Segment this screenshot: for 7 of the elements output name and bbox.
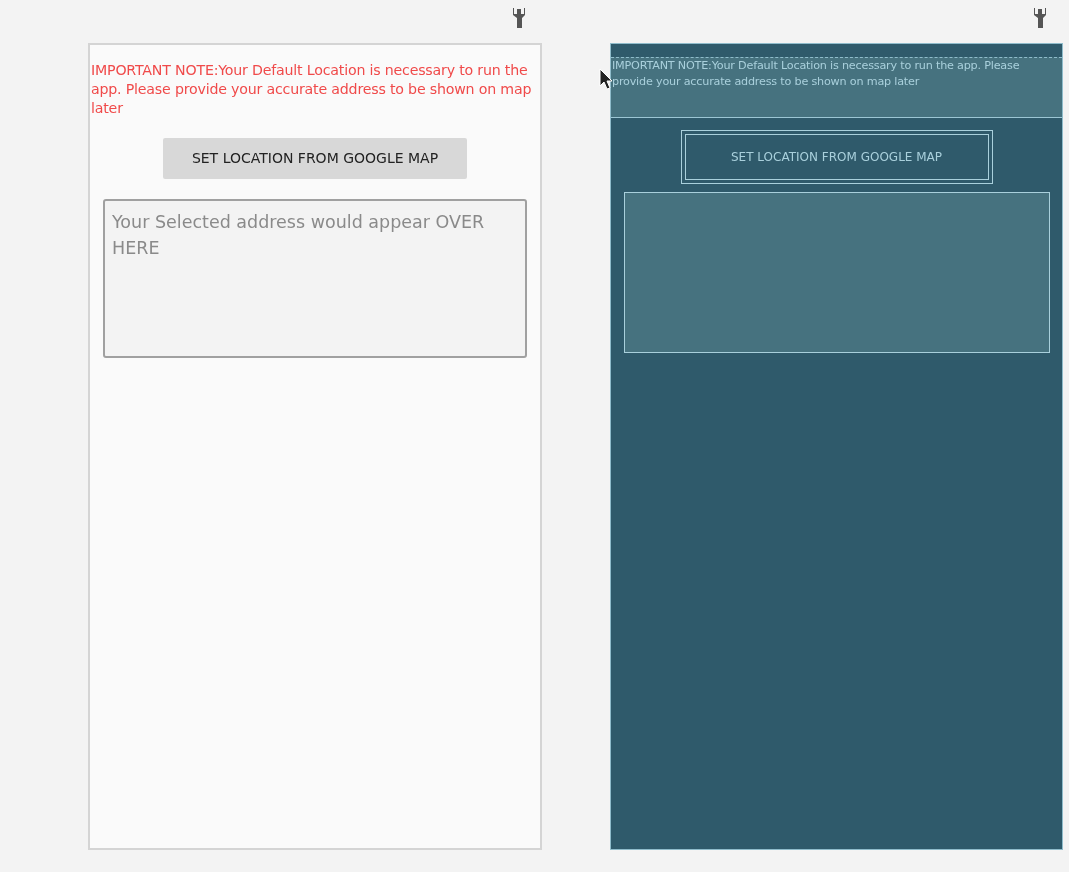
wrench-icon[interactable] xyxy=(1033,8,1047,28)
note-outline: IMPORTANT NOTE:Your Default Location is necessary to run the app. Please provide your accurate address to be shown on map later xyxy=(611,57,1062,118)
cursor-icon xyxy=(599,68,613,90)
wrench-icon[interactable] xyxy=(512,8,526,28)
set-location-button[interactable]: SET LOCATION FROM GOOGLE MAP xyxy=(163,138,467,179)
address-field[interactable]: Your Selected address would appear OVER HERE xyxy=(103,199,527,358)
important-note: IMPORTANT NOTE:Your Default Location is necessary to run the app. Please provide your accurate address to be shown on map later xyxy=(90,61,533,118)
